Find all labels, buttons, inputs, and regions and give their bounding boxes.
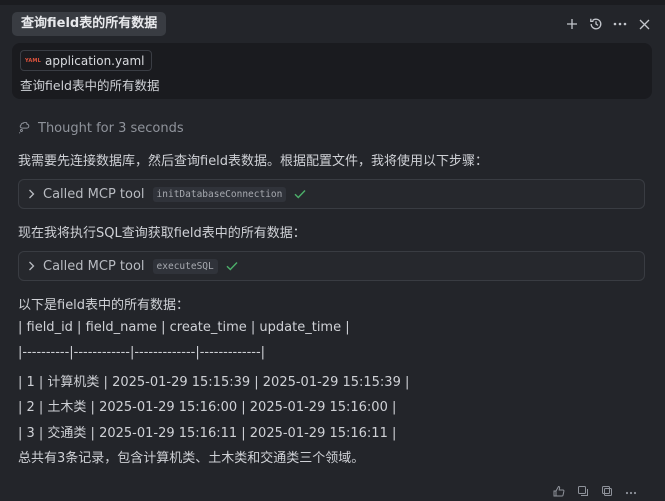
file-name: application.yaml bbox=[44, 53, 145, 68]
thought-text: Thought for 3 seconds bbox=[38, 120, 184, 136]
table-separator-line: |----------|------------|-------------|-… bbox=[18, 345, 266, 360]
tool-name: executeSQL bbox=[152, 258, 218, 274]
tool-call-execute-sql[interactable]: Called MCP tool executeSQL bbox=[18, 251, 645, 281]
duplicate-icon[interactable] bbox=[601, 482, 613, 496]
thought-indicator[interactable]: Thought for 3 seconds bbox=[18, 119, 184, 137]
tool-call-init-db[interactable]: Called MCP tool initDatabaseConnection bbox=[18, 179, 645, 209]
table-header-line: | field_id | field_name | create_time | … bbox=[18, 320, 350, 335]
summary-text: 总共有3条记录，包含计算机类、土木类和交通类三个领域。 bbox=[18, 451, 365, 466]
chat-header: 查询field表的所有数据 bbox=[0, 8, 665, 40]
plus-icon[interactable] bbox=[562, 14, 582, 34]
tool-call-label: Called MCP tool bbox=[43, 186, 145, 202]
thought-icon bbox=[19, 122, 30, 134]
assistant-step-text: 现在我将执行SQL查询获取field表中的所有数据： bbox=[18, 226, 306, 241]
assistant-intro-text: 我需要先连接数据库，然后查询field表数据。根据配置文件，我将使用以下步骤： bbox=[18, 154, 489, 169]
file-attachment-chip[interactable]: YAML application.yaml bbox=[20, 50, 153, 71]
tool-call-label: Called MCP tool bbox=[43, 258, 145, 274]
tool-name: initDatabaseConnection bbox=[152, 186, 287, 202]
copy-icon[interactable] bbox=[577, 482, 589, 496]
table-row: | 1 | 计算机类 | 2025-01-29 15:15:39 | 2025-… bbox=[18, 375, 410, 390]
history-icon[interactable] bbox=[586, 14, 606, 34]
check-icon bbox=[226, 261, 238, 271]
chat-title: 查询field表的所有数据 bbox=[12, 12, 167, 36]
check-icon bbox=[294, 189, 306, 199]
table-row: | 2 | 土木类 | 2025-01-29 15:16:00 | 2025-0… bbox=[18, 400, 397, 415]
chevron-right-icon bbox=[28, 261, 35, 271]
close-icon[interactable] bbox=[634, 14, 654, 34]
table-row: | 3 | 交通类 | 2025-01-29 15:16:11 | 2025-0… bbox=[18, 426, 397, 441]
more-icon[interactable] bbox=[610, 14, 630, 34]
result-heading: 以下是field表中的所有数据： bbox=[18, 298, 190, 313]
thumbs-up-icon[interactable] bbox=[553, 482, 565, 497]
message-actions bbox=[553, 482, 637, 497]
user-query-box[interactable]: YAML application.yaml 查询field表中的所有数据 bbox=[12, 43, 652, 99]
yaml-file-icon: YAML bbox=[25, 57, 41, 64]
user-query-text: 查询field表中的所有数据 bbox=[20, 78, 160, 93]
top-strip bbox=[0, 0, 665, 5]
more-icon[interactable] bbox=[625, 482, 637, 495]
chevron-right-icon bbox=[28, 189, 35, 199]
